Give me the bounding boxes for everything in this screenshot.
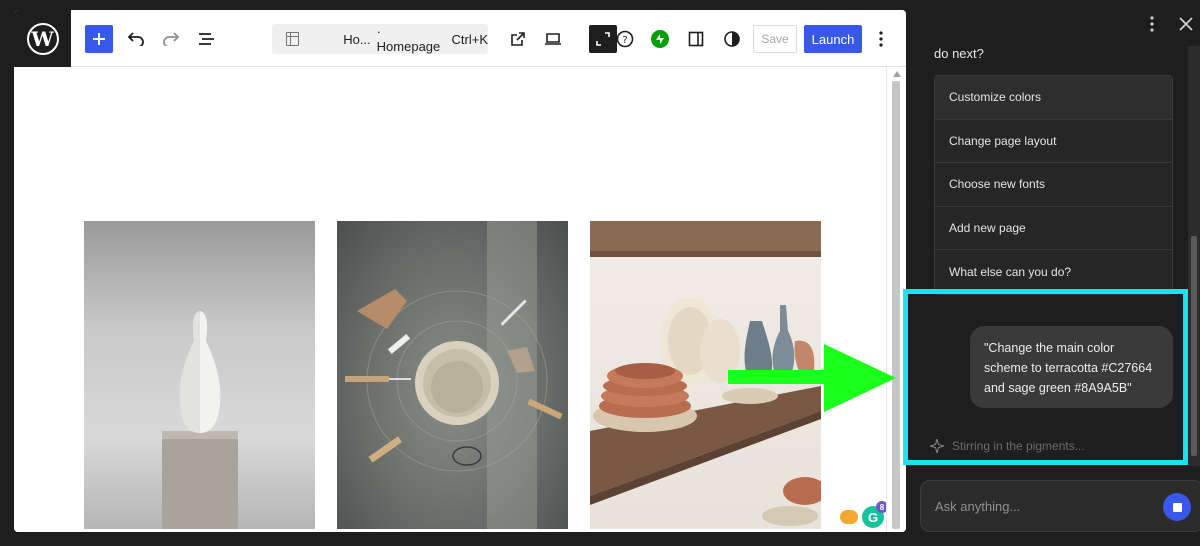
suggestion-list: Customize colors Change page layout Choo… bbox=[934, 75, 1173, 295]
contrast-icon bbox=[724, 31, 740, 47]
template-icon bbox=[286, 32, 300, 46]
wordpress-logo-button[interactable]: W bbox=[14, 10, 71, 67]
suggestion-change-layout[interactable]: Change page layout bbox=[935, 119, 1172, 164]
more-vertical-icon bbox=[1150, 16, 1154, 32]
redo-icon bbox=[163, 32, 180, 46]
styles-button[interactable] bbox=[721, 24, 743, 54]
assistant-question: do next? bbox=[934, 46, 984, 61]
editor-toolbar: Ho... · Homepage Ctrl+K ? Save Launch bbox=[71, 10, 906, 67]
document-title: Ho... bbox=[343, 31, 371, 47]
stop-icon bbox=[1172, 502, 1182, 512]
suggestion-what-else[interactable]: What else can you do? bbox=[935, 250, 1172, 294]
panel-scroll-thumb[interactable] bbox=[1191, 236, 1197, 456]
external-link-icon bbox=[511, 32, 525, 46]
wordpress-icon: W bbox=[26, 22, 59, 55]
suggestion-add-page[interactable]: Add new page bbox=[935, 206, 1172, 251]
redo-button[interactable] bbox=[160, 24, 182, 54]
close-icon bbox=[1179, 17, 1193, 31]
desktop-icon bbox=[545, 33, 561, 45]
grammarly-icon[interactable]: G8 bbox=[862, 501, 888, 528]
svg-text:?: ? bbox=[622, 35, 627, 46]
document-bar[interactable]: Ho... · Homepage Ctrl+K bbox=[272, 24, 488, 54]
panel-options-button[interactable] bbox=[1150, 16, 1154, 37]
document-overview-button[interactable] bbox=[195, 24, 219, 54]
bowl-image-art bbox=[345, 221, 563, 529]
suggestion-customize-colors[interactable]: Customize colors bbox=[935, 76, 1172, 120]
status-text: Stirring in the pigments... bbox=[952, 439, 1085, 453]
help-icon: ? bbox=[616, 30, 634, 48]
launch-button[interactable]: Launch bbox=[804, 25, 862, 53]
panel-scrollbar[interactable] bbox=[1188, 46, 1200, 466]
settings-sidebar-button[interactable] bbox=[685, 24, 707, 54]
jetpack-button[interactable] bbox=[651, 30, 669, 48]
zoom-out-button[interactable] bbox=[589, 25, 617, 53]
jetpack-icon bbox=[656, 34, 664, 44]
save-button[interactable]: Save bbox=[753, 25, 797, 53]
ai-assistant-panel: do next? Customize colors Change page la… bbox=[903, 0, 1200, 546]
command-shortcut: Ctrl+K bbox=[451, 31, 488, 47]
green-arrow-annotation bbox=[728, 344, 896, 412]
editor-canvas[interactable]: G8 bbox=[14, 67, 888, 532]
vase-image-art bbox=[162, 311, 238, 529]
undo-button[interactable] bbox=[125, 24, 147, 54]
stop-generation-button[interactable] bbox=[1163, 493, 1191, 521]
fullscreen-icon bbox=[596, 32, 610, 46]
gallery-image-vase[interactable] bbox=[84, 221, 315, 529]
more-vertical-icon bbox=[879, 31, 883, 47]
app: W Ho... · Homepage Ctrl+K ? Save Launch … bbox=[0, 0, 1200, 546]
plus-icon bbox=[93, 33, 105, 45]
handshake-icon[interactable] bbox=[840, 510, 858, 524]
user-message-bubble: "Change the main color scheme to terraco… bbox=[970, 326, 1173, 408]
gallery-image-bowl[interactable] bbox=[337, 221, 568, 529]
sidebar-icon bbox=[688, 31, 704, 47]
document-type: · Homepage bbox=[376, 24, 441, 54]
sparkle-icon bbox=[930, 439, 944, 453]
list-view-icon bbox=[199, 33, 214, 45]
ask-input-placeholder: Ask anything... bbox=[935, 499, 1021, 514]
assistant-status: Stirring in the pigments... bbox=[930, 439, 1085, 453]
site-editor: W Ho... · Homepage Ctrl+K ? Save Launch … bbox=[14, 10, 906, 532]
add-block-button[interactable] bbox=[85, 25, 113, 53]
undo-icon bbox=[127, 32, 144, 46]
extension-badges: G8 bbox=[840, 501, 888, 528]
help-button[interactable]: ? bbox=[614, 24, 636, 54]
suggestion-choose-fonts[interactable]: Choose new fonts bbox=[935, 163, 1172, 207]
view-site-button[interactable] bbox=[507, 24, 529, 54]
options-button[interactable] bbox=[871, 24, 891, 54]
canvas-scroll-thumb[interactable] bbox=[892, 81, 900, 529]
device-preview-button[interactable] bbox=[541, 24, 565, 54]
ask-input[interactable]: Ask anything... bbox=[920, 480, 1200, 532]
scroll-up-icon[interactable] bbox=[893, 71, 901, 77]
close-panel-button[interactable] bbox=[1178, 12, 1194, 38]
